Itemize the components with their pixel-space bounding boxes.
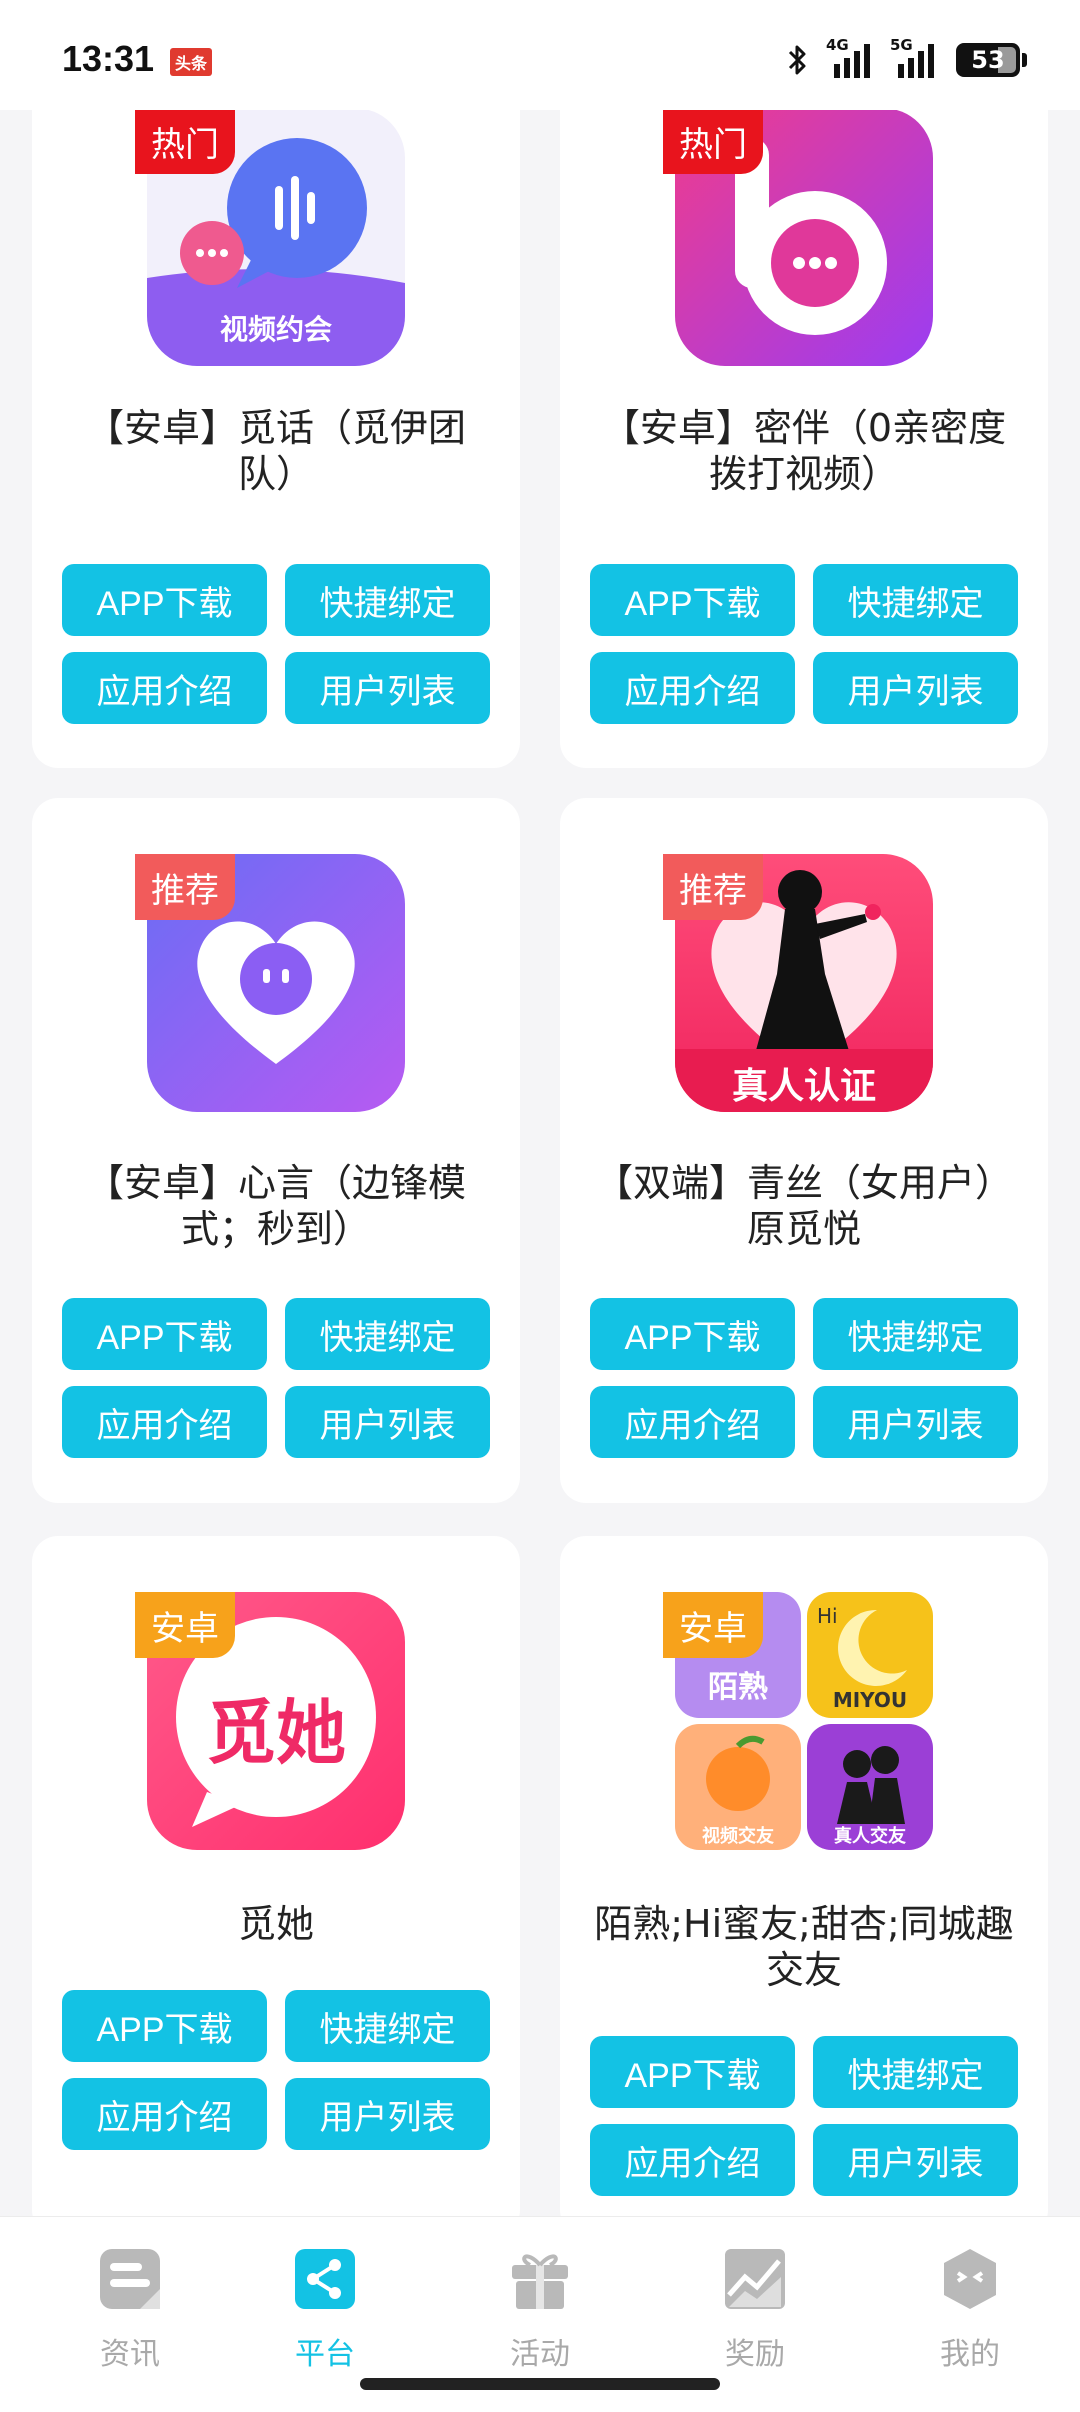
news-icon: [100, 2249, 160, 2309]
tile-label: 陌熟: [708, 1670, 768, 1705]
status-bar: 13:31 头条 4G 5G 53: [0, 0, 1080, 110]
nav-item-activity[interactable]: 活动: [460, 2245, 620, 2373]
app-intro-button[interactable]: 应用介绍: [62, 652, 267, 724]
chart-reward-icon: [725, 2249, 785, 2309]
miyou-tile: Hi MIYOU: [807, 1592, 933, 1718]
app-title-line2: 交友: [765, 1948, 842, 1992]
app-title-line2: 拨打视频）: [708, 452, 899, 496]
app-intro-button[interactable]: 应用介绍: [590, 2124, 795, 2196]
tile-label: 视频交友: [702, 1826, 774, 1847]
app-card[interactable]: 热门 【安卓】密伴（0亲密度 拨打视频） APP下载 快捷绑定 应用介绍 用户列…: [560, 80, 1048, 768]
nav-item-profile[interactable]: 我的: [890, 2245, 1050, 2373]
app-card[interactable]: 推荐 【安卓】心言（边锋模 式；秒到） APP下载 快捷绑定 应用介绍 用户列表: [32, 798, 520, 1503]
app-download-button[interactable]: APP下载: [590, 564, 795, 636]
tongcheng-tile: 真人交友: [807, 1724, 933, 1850]
app-title: 陌熟;Hi蜜友;甜杏;同城趣 交友: [580, 1901, 1028, 1993]
user-list-button[interactable]: 用户列表: [285, 652, 490, 724]
app-title-line2: 队）: [237, 452, 314, 496]
tag-badge: 推荐: [663, 854, 763, 920]
app-card[interactable]: 视频约会 热门 【安卓】觅话（觅伊团 队） APP下载 快捷绑定 应用介绍 用户…: [32, 80, 520, 768]
app-title-line1: 【安卓】密伴（0亲密度: [601, 406, 1007, 450]
logo-caption: 觅她: [206, 1692, 346, 1774]
app-title: 【安卓】密伴（0亲密度 拨打视频）: [580, 405, 1028, 497]
app-title-line1: 【安卓】心言（边锋模: [85, 1161, 466, 1205]
app-intro-button[interactable]: 应用介绍: [62, 1386, 267, 1458]
app-title-line1: 【双端】青丝（女用户）: [594, 1161, 1013, 1205]
quick-bind-button[interactable]: 快捷绑定: [813, 564, 1018, 636]
tianxing-tile: 视频交友: [675, 1724, 801, 1850]
logo-caption: 视频约会: [219, 313, 332, 346]
app-card[interactable]: 觅她 安卓 觅她 APP下载 快捷绑定 应用介绍 用户列表: [32, 1536, 520, 2236]
app-download-button[interactable]: APP下载: [62, 1990, 267, 2062]
user-list-button[interactable]: 用户列表: [285, 2078, 490, 2150]
quick-bind-button[interactable]: 快捷绑定: [285, 1990, 490, 2062]
nav-label: 我的: [940, 2337, 1000, 2372]
quick-bind-button[interactable]: 快捷绑定: [285, 564, 490, 636]
signal-icon: 4G: [826, 36, 874, 78]
nav-item-news[interactable]: 资讯: [50, 2245, 210, 2373]
tag-badge: 热门: [135, 108, 235, 174]
signal-icon-2: 5G: [890, 36, 938, 78]
user-list-button[interactable]: 用户列表: [285, 1386, 490, 1458]
logo-caption: 真人认证: [731, 1066, 876, 1107]
app-download-button[interactable]: APP下载: [62, 564, 267, 636]
gift-icon: [512, 2254, 568, 2309]
nav-label: 奖励: [725, 2337, 785, 2372]
app-download-button[interactable]: APP下载: [62, 1298, 267, 1370]
profile-face-icon: [944, 2249, 996, 2309]
app-title-line1: 【安卓】觅话（觅伊团: [85, 406, 466, 450]
app-intro-button[interactable]: 应用介绍: [590, 652, 795, 724]
tile-label: 真人交友: [834, 1826, 906, 1847]
user-list-button[interactable]: 用户列表: [813, 1386, 1018, 1458]
nav-item-reward[interactable]: 奖励: [675, 2245, 835, 2373]
user-list-button[interactable]: 用户列表: [813, 652, 1018, 724]
bluetooth-icon: [788, 45, 806, 75]
nav-label: 活动: [510, 2337, 570, 2372]
toutiao-badge: 头条: [170, 48, 213, 76]
quick-bind-button[interactable]: 快捷绑定: [813, 1298, 1018, 1370]
app-title: 【双端】青丝（女用户） 原觅悦: [580, 1160, 1028, 1252]
network-5g-label: 5G: [890, 36, 913, 54]
app-title-line2: 式；秒到）: [180, 1207, 371, 1251]
app-download-button[interactable]: APP下载: [590, 2036, 795, 2108]
home-indicator[interactable]: [360, 2378, 720, 2390]
app-title-line1: 陌熟;Hi蜜友;甜杏;同城趣: [594, 1902, 1014, 1946]
tag-badge: 安卓: [135, 1592, 235, 1658]
network-4g-label: 4G: [826, 36, 849, 54]
battery-icon: 53: [956, 43, 1027, 77]
app-download-button[interactable]: APP下载: [590, 1298, 795, 1370]
app-title-line2: 原觅悦: [746, 1207, 861, 1251]
app-card[interactable]: 真人认证 推荐 【双端】青丝（女用户） 原觅悦 APP下载 快捷绑定 应用介绍 …: [560, 798, 1048, 1503]
app-intro-button[interactable]: 应用介绍: [590, 1386, 795, 1458]
app-intro-button[interactable]: 应用介绍: [62, 2078, 267, 2150]
battery-level: 53: [971, 46, 1005, 74]
nav-item-platform[interactable]: 平台: [245, 2245, 405, 2373]
quick-bind-button[interactable]: 快捷绑定: [285, 1298, 490, 1370]
status-icons: 4G 5G 53: [786, 36, 1027, 80]
app-title-line1: 觅她: [237, 1902, 314, 1946]
app-title: 【安卓】心言（边锋模 式；秒到）: [52, 1160, 500, 1252]
quick-bind-button[interactable]: 快捷绑定: [813, 2036, 1018, 2108]
tag-badge: 热门: [663, 108, 763, 174]
user-list-button[interactable]: 用户列表: [813, 2124, 1018, 2196]
nav-label: 资讯: [100, 2337, 160, 2372]
tile-label: MIYOU: [832, 1688, 908, 1712]
nav-label: 平台: [295, 2337, 355, 2372]
app-title: 觅她: [52, 1901, 500, 1947]
app-card[interactable]: 陌熟 Hi MIYOU 视频交友 真人交友 安卓 陌熟;Hi蜜友;甜杏;同城趣 …: [560, 1536, 1048, 2236]
app-title: 【安卓】觅话（觅伊团 队）: [52, 405, 500, 497]
tag-badge: 安卓: [663, 1592, 763, 1658]
status-time: 13:31: [62, 38, 155, 79]
tag-badge: 推荐: [135, 854, 235, 920]
share-platform-icon: [295, 2249, 355, 2309]
